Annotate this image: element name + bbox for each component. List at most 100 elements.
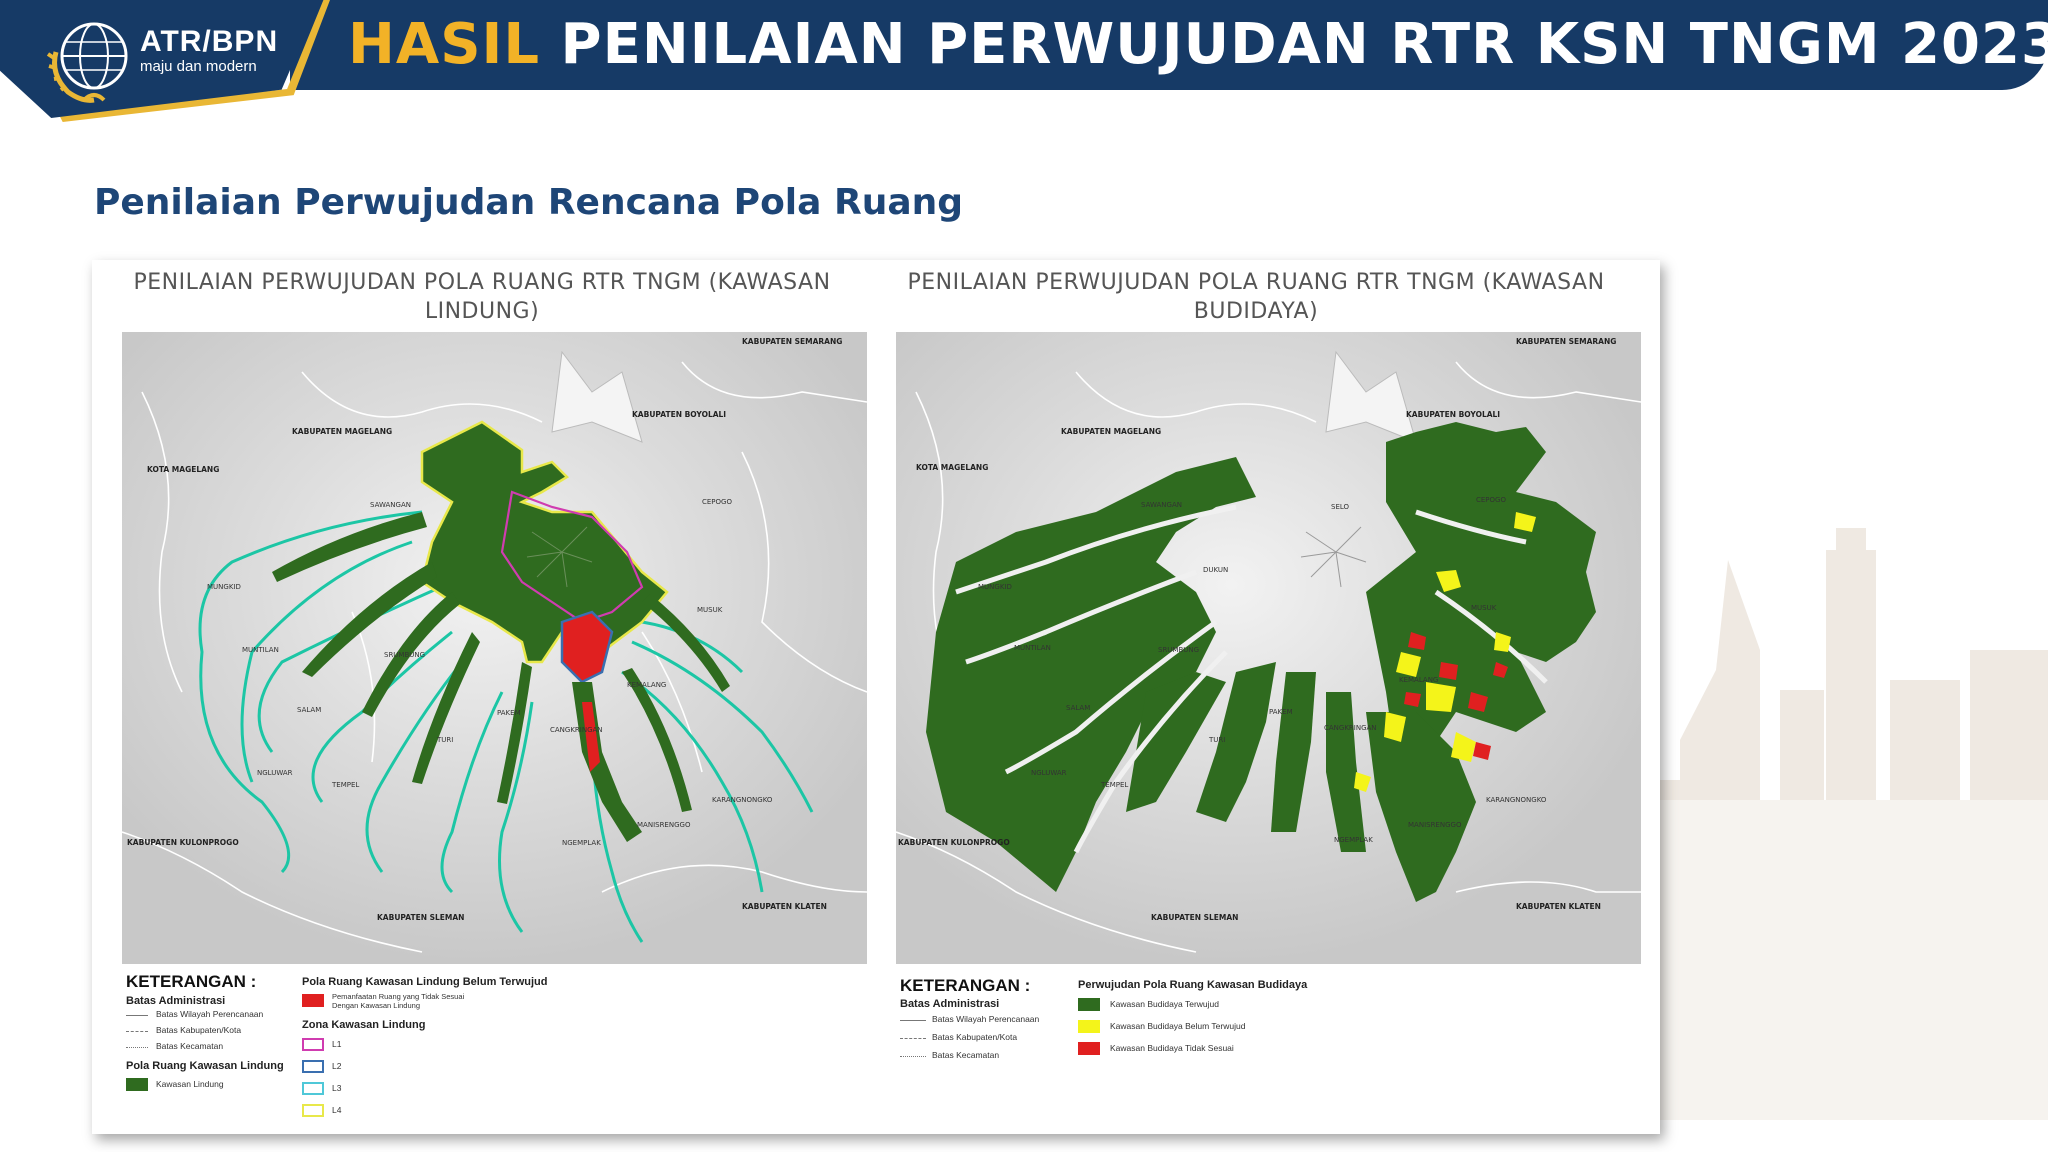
label-mungkid: MUNGKID — [207, 583, 241, 591]
page-title: HASIL PENILAIAN PERWUJUDAN RTR KSN TNGM … — [348, 10, 2048, 80]
label-kabupaten-boyolali: KABUPATEN BOYOLALI — [1406, 410, 1500, 419]
label-kabupaten-magelang: KABUPATEN MAGELANG — [1061, 427, 1161, 436]
label-kabupaten-kulonprogo: KABUPATEN KULONPROGO — [127, 838, 239, 847]
legend-item-tidak-sesuai: Kawasan Budidaya Tidak Sesuai — [1110, 1043, 1234, 1053]
label-kabupaten-sleman: KABUPATEN SLEMAN — [377, 913, 464, 922]
label-mungkid: MUNGKID — [978, 583, 1012, 591]
legend-item-belum-terwujud: Kawasan Budidaya Belum Terwujud — [1110, 1021, 1246, 1031]
label-kabupaten-semarang: KABUPATEN SEMARANG — [1516, 337, 1616, 346]
label-turi: TURI — [1208, 736, 1225, 744]
legend-kawasan-lindung: KETERANGAN : Batas Administrasi Batas Wi… — [124, 972, 864, 1132]
legend-swatch-l4 — [302, 1104, 324, 1117]
legend-heading: KETERANGAN : — [126, 972, 257, 991]
label-muntilan: MUNTILAN — [242, 646, 279, 654]
legend-lindung-heading: Pola Ruang Kawasan Lindung — [126, 1060, 284, 1072]
label-kemalang: KEMALANG — [627, 681, 666, 689]
header-banner: ATR/BPN maju dan modern HASIL PENILAIAN … — [0, 0, 2048, 122]
legend-swatch-violation — [302, 994, 324, 1007]
label-musuk: MUSUK — [1471, 604, 1497, 612]
label-ngluwar: NGLUWAR — [1031, 769, 1067, 777]
label-salam: SALAM — [1066, 704, 1090, 712]
legend-item-terwujud: Kawasan Budidaya Terwujud — [1110, 999, 1219, 1009]
label-kemalang: KEMALANG — [1399, 676, 1438, 684]
map-canvas: KABUPATEN SEMARANG KABUPATEN BOYOLALI KA… — [896, 332, 1641, 964]
map-canvas: KABUPATEN SEMARANG KABUPATEN BOYOLALI KA… — [122, 332, 867, 964]
label-salam: SALAM — [297, 706, 321, 714]
legend-zona-heading: Zona Kawasan Lindung — [302, 1019, 426, 1031]
label-cangkringan: CANGKRINGAN — [1324, 724, 1377, 732]
legend-line-kecamatan — [126, 1047, 148, 1048]
map-panel-kawasan-lindung: PENILAIAN PERWUJUDAN POLA RUANG RTR TNGM… — [92, 260, 867, 1134]
legend-item-l4: L4 — [332, 1105, 342, 1115]
legend-line-kabupaten — [126, 1031, 148, 1032]
label-karangnongko: KARANGNONGKO — [712, 796, 773, 804]
label-musuk: MUSUK — [697, 606, 723, 614]
legend-swatch-terwujud — [1078, 998, 1100, 1011]
label-kota-magelang: KOTA MAGELANG — [147, 465, 219, 474]
label-sawangan: SAWANGAN — [370, 501, 411, 509]
label-turi: TURI — [436, 736, 453, 744]
label-kabupaten-kulonprogo: KABUPATEN KULONPROGO — [898, 838, 1010, 847]
label-selo: SELO — [1331, 503, 1350, 511]
label-karangnongko: KARANGNONGKO — [1486, 796, 1547, 804]
legend-item-l1: L1 — [332, 1039, 342, 1049]
legend-swatch-l3 — [302, 1082, 324, 1095]
label-cangkringan: CANGKRINGAN — [550, 726, 603, 734]
map-title: PENILAIAN PERWUJUDAN POLA RUANG RTR TNGM… — [133, 270, 831, 324]
label-pakem: PAKEM — [497, 709, 521, 717]
label-srumbung: SRUMBUNG — [384, 651, 425, 659]
legend-admin-heading: Batas Administrasi — [900, 998, 1000, 1010]
label-tempel: TEMPEL — [1100, 781, 1128, 789]
label-cepogo: CEPOGO — [702, 498, 732, 506]
logo-name: ATR/BPN — [140, 25, 279, 58]
label-ngemplak: NGEMPLAK — [1334, 836, 1373, 844]
legend-item-violation-2: Dengan Kawasan Lindung — [332, 1001, 420, 1010]
legend-swatch-l1 — [302, 1038, 324, 1051]
map-kawasan-lindung[interactable]: KABUPATEN SEMARANG KABUPATEN BOYOLALI KA… — [122, 332, 867, 964]
legend-line-kabupaten — [900, 1038, 926, 1039]
legend-line-perencanaan — [126, 1015, 148, 1016]
map-panel-kawasan-budidaya: PENILAIAN PERWUJUDAN POLA RUANG RTR TNGM… — [866, 260, 1641, 1134]
label-ngluwar: NGLUWAR — [257, 769, 293, 777]
terrain-relief — [122, 332, 867, 964]
legend-item-kecamatan: Batas Kecamatan — [932, 1050, 1000, 1060]
label-srumbung: SRUMBUNG — [1158, 646, 1199, 654]
label-kabupaten-boyolali: KABUPATEN BOYOLALI — [632, 410, 726, 419]
map-kawasan-budidaya[interactable]: KABUPATEN SEMARANG KABUPATEN BOYOLALI KA… — [896, 332, 1641, 964]
legend-swatch-lindung — [126, 1078, 148, 1091]
legend-item-perencanaan: Batas Wilayah Perencanaan — [156, 1009, 264, 1019]
map-title: PENILAIAN PERWUJUDAN POLA RUANG RTR TNGM… — [907, 270, 1605, 324]
maps-card: PENILAIAN PERWUJUDAN POLA RUANG RTR TNGM… — [92, 260, 1660, 1134]
section-title: Penilaian Perwujudan Rencana Pola Ruang — [94, 182, 964, 223]
legend-admin-heading: Batas Administrasi — [126, 995, 226, 1007]
legend-heading: KETERANGAN : — [900, 976, 1031, 995]
legend-unrealized-heading: Pola Ruang Kawasan Lindung Belum Terwuju… — [302, 976, 548, 988]
label-kabupaten-sleman: KABUPATEN SLEMAN — [1151, 913, 1238, 922]
label-tempel: TEMPEL — [331, 781, 359, 789]
logo-text: ATR/BPN maju dan modern — [140, 26, 278, 76]
legend-item-perencanaan: Batas Wilayah Perencanaan — [932, 1014, 1040, 1024]
legend-item-kabupaten: Batas Kabupaten/Kota — [156, 1025, 242, 1035]
legend-item-violation-1: Pemanfaatan Ruang yang Tidak Sesuai — [332, 992, 465, 1001]
legend-item-kecamatan: Batas Kecamatan — [156, 1041, 224, 1051]
label-manisrenggo: MANISRENGGO — [637, 821, 691, 829]
page-title-accent: HASIL — [348, 12, 541, 77]
legend-kawasan-budidaya: KETERANGAN : Batas Administrasi Batas Wi… — [898, 972, 1638, 1132]
label-muntilan: MUNTILAN — [1014, 644, 1051, 652]
city-skyline-decoration — [1640, 528, 2048, 1120]
page-title-rest: PENILAIAN PERWUJUDAN RTR KSN TNGM 2023 — [540, 12, 2048, 77]
legend-item-kabupaten: Batas Kabupaten/Kota — [932, 1032, 1018, 1042]
label-kabupaten-klaten: KABUPATEN KLATEN — [742, 902, 827, 911]
legend-line-perencanaan — [900, 1020, 926, 1021]
atr-bpn-emblem-icon — [46, 22, 128, 103]
label-kabupaten-magelang: KABUPATEN MAGELANG — [292, 427, 392, 436]
legend-swatch-l2 — [302, 1060, 324, 1073]
legend-item-l3: L3 — [332, 1083, 342, 1093]
legend-swatch-tidak-sesuai — [1078, 1042, 1100, 1055]
label-kabupaten-semarang: KABUPATEN SEMARANG — [742, 337, 842, 346]
legend-swatch-belum-terwujud — [1078, 1020, 1100, 1033]
label-kota-magelang: KOTA MAGELANG — [916, 463, 988, 472]
legend-item-lindung: Kawasan Lindung — [156, 1079, 224, 1089]
legend-item-l2: L2 — [332, 1061, 342, 1071]
label-dukun: DUKUN — [1203, 566, 1228, 574]
